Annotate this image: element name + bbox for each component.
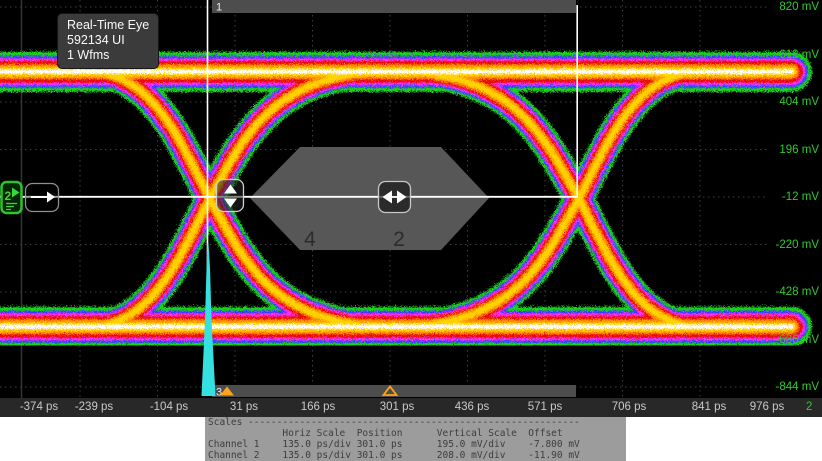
- channel-2-indicator: 2: [806, 401, 813, 413]
- time-label: 31 ps: [229, 401, 259, 413]
- mask-region-3-label: 3: [216, 387, 222, 399]
- time-axis-row: -374 ps -239 ps -104 ps 31 ps 166 ps 301…: [0, 398, 822, 417]
- scales-table-header-line: Horiz Scale Position Vertical Scale Offs…: [208, 428, 563, 439]
- time-label: 841 ps: [691, 401, 727, 413]
- time-label: -239 ps: [74, 401, 114, 413]
- time-label: 166 ps: [300, 401, 336, 413]
- rte-ui-count: 592134 UI: [67, 33, 125, 47]
- time-label: 301 ps: [379, 401, 415, 413]
- time-label: 976 ps: [749, 401, 785, 413]
- voltage-label: -636 mV: [775, 334, 819, 346]
- realtime-eye-info-box: Real-Time Eye 592134 UI 1 Wfms: [57, 13, 160, 69]
- voltage-label: -428 mV: [775, 286, 819, 298]
- mask-region-1-label: 1: [216, 2, 222, 14]
- scales-table-title-line: Scales ---------------------------------…: [208, 417, 580, 428]
- oscilloscope-screen: 4 2 1 3 2 Real-Time Eye 592134 UI 1 Wfms…: [0, 0, 822, 461]
- crossing-cursor-handle[interactable]: [215, 178, 245, 213]
- voltage-label: -220 mV: [775, 239, 819, 251]
- scales-table-channel2-line: Channel 2 135.0 ps/div 301.0 ps 208.0 mV…: [208, 450, 580, 461]
- eye-diagram-plot: 4 2 1 3 2 Real-Time Eye 592134 UI 1 Wfms…: [0, 0, 822, 398]
- channel-2-waveform-badge[interactable]: 2: [0, 180, 23, 215]
- channel-badge-label: 2: [5, 189, 12, 203]
- voltage-label: -844 mV: [775, 381, 819, 393]
- time-label: 706 ps: [611, 401, 647, 413]
- mask-top-bar: 1: [212, 0, 576, 14]
- voltage-label: 820 mV: [779, 1, 819, 13]
- voltage-label: 196 mV: [779, 144, 819, 156]
- mask-region-2-label: 2: [393, 228, 405, 251]
- voltage-label: 404 mV: [779, 96, 819, 108]
- time-label: 571 ps: [527, 401, 563, 413]
- time-label: -374 ps: [19, 401, 59, 413]
- reference-arrow-marker[interactable]: [24, 182, 60, 213]
- time-label: -104 ps: [149, 401, 189, 413]
- scales-table-channel1-line: Channel 1 135.0 ps/div 301.0 ps 195.0 mV…: [208, 439, 580, 450]
- rte-wfms: 1 Wfms: [67, 48, 110, 62]
- time-label: 436 ps: [454, 401, 490, 413]
- voltage-label: 612 mV: [779, 49, 819, 61]
- horizontal-position-handle[interactable]: [377, 180, 412, 214]
- voltage-label: -12 mV: [781, 191, 819, 203]
- mask-bottom-bar: 3: [212, 385, 576, 398]
- rte-title: Real-Time Eye: [67, 18, 150, 32]
- mask-region-4-label: 4: [304, 228, 316, 251]
- scales-readout-table: Scales ---------------------------------…: [205, 417, 626, 461]
